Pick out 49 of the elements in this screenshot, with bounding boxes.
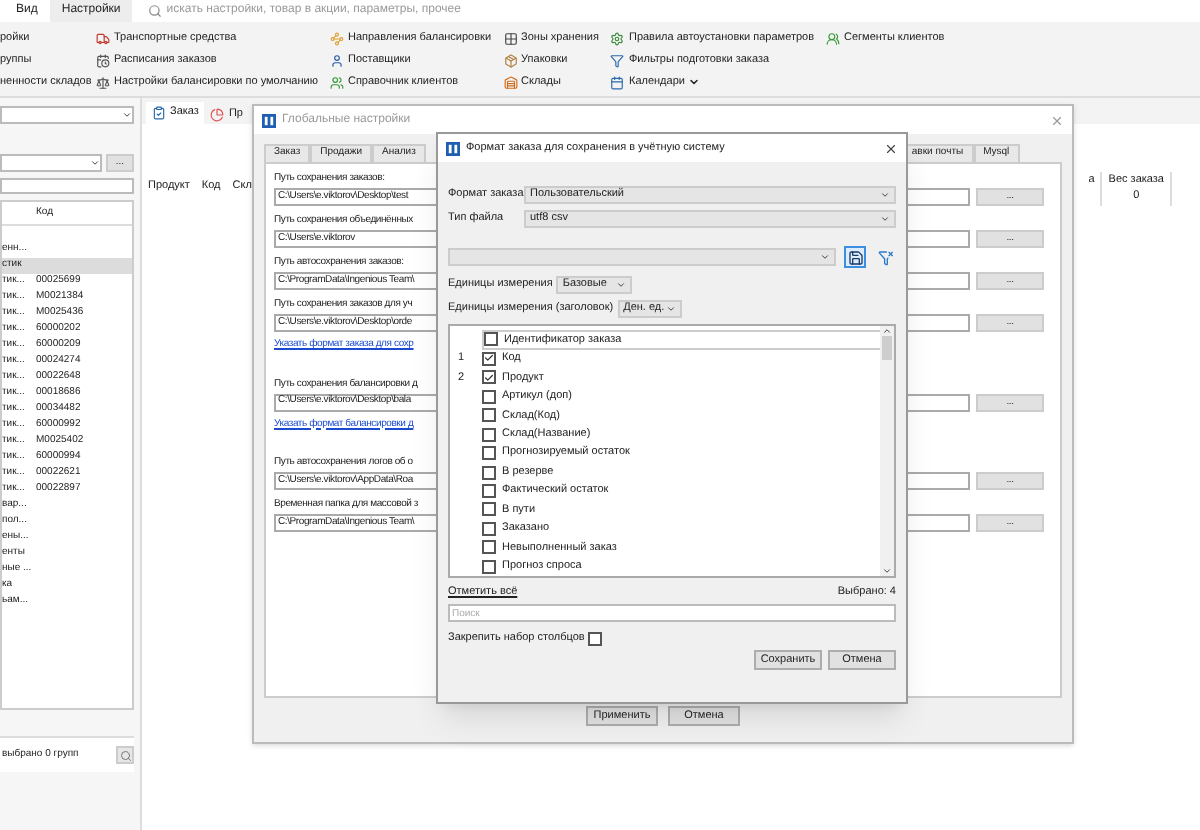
checkbox[interactable]: [482, 483, 496, 498]
checkbox[interactable]: [482, 370, 496, 385]
clipboard-check-icon: [152, 106, 166, 120]
scroll-thumb[interactable]: [882, 336, 892, 360]
calendar-clock-icon: [96, 53, 110, 67]
checkbox[interactable]: [482, 351, 496, 366]
package-icon: [503, 53, 518, 67]
chevron-down-icon[interactable]: [665, 304, 676, 314]
gear-icon: [610, 31, 625, 45]
chevron-down-icon[interactable]: [880, 190, 890, 200]
checkbox[interactable]: [588, 631, 603, 646]
input-field[interactable]: [0, 178, 134, 194]
chevron-down-icon[interactable]: [122, 110, 132, 120]
checkbox[interactable]: [482, 559, 496, 574]
scale-icon: [96, 75, 110, 89]
checkbox[interactable]: [482, 389, 496, 404]
search-icon: [148, 4, 163, 18]
chevron-down-icon[interactable]: [90, 158, 100, 168]
close-icon[interactable]: [884, 141, 898, 155]
checkbox[interactable]: [482, 465, 496, 480]
save-button[interactable]: [844, 246, 866, 268]
truck-icon: [96, 31, 110, 45]
search-button[interactable]: [116, 746, 134, 764]
caret-icon[interactable]: [688, 76, 701, 88]
app-logo-icon: [262, 113, 276, 127]
calendar-icon: [610, 75, 625, 89]
checkbox[interactable]: [482, 408, 496, 423]
chevron-down-icon[interactable]: [820, 252, 830, 262]
filter-icon: [610, 53, 625, 67]
chevron-down-icon[interactable]: [616, 280, 627, 290]
warehouse-icon: [503, 75, 518, 89]
clear-filter-button[interactable]: [874, 246, 896, 268]
waypoints-icon: [329, 31, 344, 45]
chevron-up-icon[interactable]: [882, 326, 892, 336]
users-icon: [329, 75, 344, 89]
app-logo-icon: [446, 141, 460, 155]
checkbox[interactable]: [482, 521, 496, 536]
scrollbar[interactable]: [880, 326, 894, 576]
checkbox[interactable]: [484, 332, 498, 347]
pie-chart-icon: [210, 107, 225, 121]
users-icon: [826, 31, 841, 45]
checkbox[interactable]: [482, 502, 496, 517]
chevron-down-icon[interactable]: [882, 566, 892, 576]
checkbox[interactable]: [482, 427, 496, 442]
chevron-down-icon[interactable]: [880, 214, 890, 224]
user-icon: [329, 53, 344, 67]
grid-icon: [503, 31, 518, 45]
checkbox[interactable]: [482, 446, 496, 461]
checkbox[interactable]: [482, 540, 496, 555]
